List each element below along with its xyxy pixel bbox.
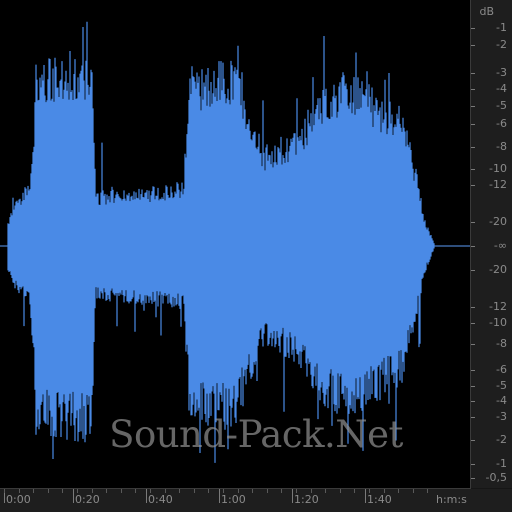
db-tick <box>471 169 475 170</box>
db-label: -12 <box>489 300 507 313</box>
time-minor-tick <box>238 489 239 493</box>
db-label: -∞ <box>493 239 507 252</box>
time-minor-tick <box>369 489 370 493</box>
db-label: -6 <box>496 363 507 376</box>
time-minor-tick <box>48 489 49 493</box>
time-tick <box>146 489 147 503</box>
time-minor-tick <box>354 489 355 493</box>
time-minor-tick <box>106 489 107 493</box>
waveform-graph[interactable] <box>0 0 470 488</box>
db-label: -8 <box>496 337 507 350</box>
time-minor-tick <box>150 489 151 493</box>
db-label: -5 <box>496 379 507 392</box>
db-tick <box>471 147 475 148</box>
db-label: -4 <box>496 82 507 95</box>
db-tick <box>471 440 475 441</box>
db-label: -3 <box>496 410 507 423</box>
time-minor-tick <box>223 489 224 493</box>
time-minor-tick <box>252 489 253 493</box>
time-minor-tick <box>135 489 136 493</box>
time-tick <box>365 489 366 503</box>
time-minor-tick <box>77 489 78 493</box>
db-label: -4 <box>496 394 507 407</box>
time-tick <box>219 489 220 503</box>
db-tick <box>471 222 475 223</box>
db-label: -0,5 <box>485 471 507 484</box>
time-tick <box>292 489 293 503</box>
time-minor-tick <box>281 489 282 493</box>
db-label: -1 <box>496 21 507 34</box>
db-tick <box>471 386 475 387</box>
db-label: -12 <box>489 178 507 191</box>
time-label: 1:20 <box>294 493 319 506</box>
time-minor-tick <box>340 489 341 493</box>
db-label: -2 <box>496 38 507 51</box>
time-minor-tick <box>325 489 326 493</box>
db-tick <box>471 370 475 371</box>
db-label: -1 <box>496 457 507 470</box>
db-label: -10 <box>489 316 507 329</box>
time-minor-tick <box>311 489 312 493</box>
time-minor-tick <box>121 489 122 493</box>
db-label: -10 <box>489 162 507 175</box>
time-unit-label: h:m:s <box>436 493 467 506</box>
db-tick <box>471 89 475 90</box>
db-label: -5 <box>496 99 507 112</box>
db-tick <box>471 401 475 402</box>
time-minor-tick <box>92 489 93 493</box>
db-tick <box>471 478 475 479</box>
time-minor-tick <box>413 489 414 493</box>
db-ruler: dB -1 -2 -3 -4 -5 -6 -8 -10 -12 -20 -∞ -20 -12 -10 -8 -… <box>471 0 512 488</box>
db-tick <box>471 73 475 74</box>
time-tick <box>73 489 74 503</box>
db-tick <box>471 464 475 465</box>
time-minor-tick <box>165 489 166 493</box>
db-label: -8 <box>496 140 507 153</box>
time-label: 0:20 <box>75 493 100 506</box>
db-tick <box>471 417 475 418</box>
time-label: 1:00 <box>221 493 246 506</box>
db-tick <box>471 28 475 29</box>
db-tick <box>471 45 475 46</box>
time-minor-tick <box>398 489 399 493</box>
time-minor-tick <box>267 489 268 493</box>
db-tick <box>471 185 475 186</box>
time-label: 0:40 <box>148 493 173 506</box>
time-minor-tick <box>208 489 209 493</box>
db-label: -6 <box>496 117 507 130</box>
time-minor-tick <box>19 489 20 493</box>
db-tick <box>471 106 475 107</box>
db-tick <box>471 323 475 324</box>
time-minor-tick <box>179 489 180 493</box>
time-minor-tick <box>384 489 385 493</box>
db-label: -20 <box>489 263 507 276</box>
waveform-bars <box>7 21 436 463</box>
time-minor-tick <box>296 489 297 493</box>
db-unit-label: dB <box>479 5 494 18</box>
time-minor-tick <box>194 489 195 493</box>
audio-editor: dB -1 -2 -3 -4 -5 -6 -8 -10 -12 -20 -∞ -20 -12 -10 -8 -… <box>0 0 512 512</box>
time-label: 1:40 <box>367 493 392 506</box>
db-label: -2 <box>496 433 507 446</box>
db-tick <box>471 307 475 308</box>
time-minor-tick <box>4 489 5 493</box>
db-tick <box>471 344 475 345</box>
db-tick <box>471 246 475 247</box>
db-tick <box>471 124 475 125</box>
time-label: 0:00 <box>6 493 31 506</box>
time-minor-tick <box>62 489 63 493</box>
waveform-display[interactable] <box>0 0 471 489</box>
time-ruler[interactable]: h:m:s 0:00 0:20 0:40 1:00 1:20 1:40 <box>0 489 512 512</box>
time-minor-tick <box>427 489 428 493</box>
time-minor-tick <box>33 489 34 493</box>
db-label: -20 <box>489 215 507 228</box>
db-label: -3 <box>496 66 507 79</box>
db-tick <box>471 270 475 271</box>
